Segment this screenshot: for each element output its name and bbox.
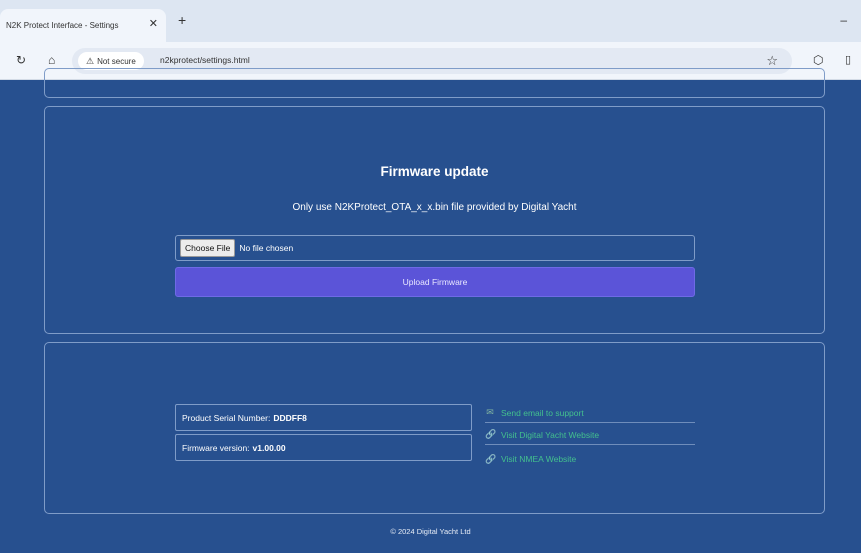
firmware-version-label: Firmware version:: [182, 442, 250, 453]
firmware-file-input[interactable]: Choose File No file chosen: [175, 235, 695, 261]
firmware-version-row: Firmware version: v1.00.00: [175, 434, 472, 461]
bookmark-star-icon[interactable]: ☆: [766, 53, 778, 69]
firmware-update-title: Firmware update: [380, 164, 489, 179]
nmea-website-link[interactable]: 🔗 Visit NMEA Website: [485, 449, 695, 469]
browser-tab-settings[interactable]: N2K Protect Interface - Settings ✕: [0, 9, 166, 42]
digital-yacht-website-link[interactable]: 🔗 Visit Digital Yacht Website: [485, 425, 695, 445]
home-icon[interactable]: ⌂: [48, 53, 55, 67]
side-panel-icon[interactable]: ▯: [845, 53, 851, 67]
minimize-window-icon[interactable]: –: [840, 14, 847, 26]
warning-icon: ⚠: [86, 55, 95, 66]
nmea-website-label: Visit NMEA Website: [501, 454, 577, 464]
email-support-label: Send email to support: [501, 407, 584, 418]
firmware-update-card: Firmware update Only use N2KProtect_OTA_…: [44, 106, 825, 334]
file-chosen-status: No file chosen: [239, 243, 294, 253]
link-icon: 🔗: [485, 453, 497, 464]
previous-section-card: [44, 68, 825, 98]
serial-number-label: Product Serial Number:: [182, 412, 271, 423]
firmware-version-value: v1.00.00: [252, 442, 286, 453]
email-support-link[interactable]: ✉ Send email to support: [485, 403, 695, 423]
new-tab-icon[interactable]: +: [178, 13, 186, 27]
link-icon: 🔗: [485, 429, 497, 439]
close-tab-icon[interactable]: ✕: [149, 19, 158, 30]
digital-yacht-website-label: Visit Digital Yacht Website: [501, 429, 600, 440]
reload-icon[interactable]: ↻: [16, 53, 26, 67]
choose-file-button[interactable]: Choose File: [180, 239, 236, 257]
security-label: Not secure: [97, 56, 136, 66]
extensions-icon[interactable]: ⬡: [813, 53, 823, 67]
browser-tab-bar: N2K Protect Interface - Settings ✕ + –: [0, 0, 861, 42]
tab-title: N2K Protect Interface - Settings: [6, 21, 119, 30]
settings-page: Firmware update Only use N2KProtect_OTA_…: [0, 68, 861, 553]
firmware-file-note: Only use N2KProtect_OTA_x_x.bin file pro…: [292, 202, 577, 213]
upload-firmware-button[interactable]: Upload Firmware: [175, 267, 695, 297]
device-info-card: Product Serial Number: DDDFF8 Firmware v…: [44, 342, 825, 514]
envelope-icon: ✉: [486, 407, 494, 417]
serial-number-row: Product Serial Number: DDDFF8: [175, 404, 472, 431]
serial-number-value: DDDFF8: [273, 412, 307, 423]
url-text[interactable]: n2kprotect/settings.html: [160, 55, 250, 65]
footer-copyright: © 2024 Digital Yacht Ltd: [390, 527, 471, 536]
